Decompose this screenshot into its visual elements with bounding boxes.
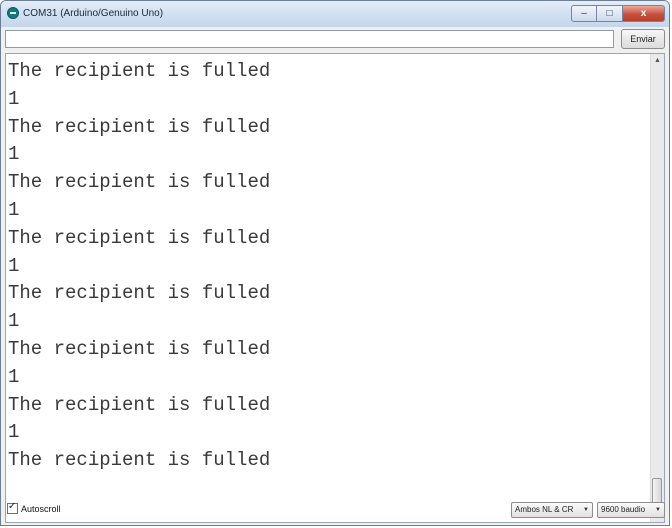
output-line: The recipient is fulled	[8, 60, 271, 82]
output-line: 1	[8, 421, 20, 444]
autoscroll-label: Autoscroll	[21, 503, 61, 514]
maximize-button[interactable]: □	[597, 5, 623, 22]
serial-monitor-window: COM31 (Arduino/Genuino Uno) – □ x Enviar…	[0, 0, 670, 526]
monitor-body: Enviar The recipient is fulled 1 The recip…	[1, 27, 669, 525]
minimize-button[interactable]: –	[571, 5, 597, 22]
chevron-down-icon: ▼	[655, 507, 661, 513]
output-line: The recipient is fulled	[8, 282, 271, 305]
baud-rate-select[interactable]: 9600 baudio ▼	[597, 502, 665, 518]
chevron-down-icon: ▼	[583, 507, 589, 513]
output-line: 1	[8, 310, 20, 333]
serial-output[interactable]: The recipient is fulled 1 The recipient is…	[5, 53, 665, 523]
output-line: The recipient is fulled	[8, 449, 271, 472]
title-bar[interactable]: COM31 (Arduino/Genuino Uno) – □ x	[1, 1, 669, 27]
autoscroll-toggle[interactable]: Autoscroll	[7, 501, 61, 514]
output-line: 1	[8, 365, 20, 388]
baud-rate-value: 9600 baudio	[601, 505, 646, 514]
output-line: 1	[8, 143, 20, 166]
window-controls: – □ x	[571, 5, 665, 23]
output-line: The recipient is fulled	[8, 171, 271, 194]
autoscroll-checkbox[interactable]	[7, 501, 18, 514]
output-line: 1	[8, 87, 20, 110]
scroll-up-icon[interactable]: ▲	[651, 54, 664, 67]
line-ending-value: Ambos NL & CR	[515, 505, 574, 514]
vertical-scrollbar[interactable]: ▲ ▼	[650, 54, 664, 522]
send-input[interactable]	[5, 30, 614, 48]
window-title: COM31 (Arduino/Genuino Uno)	[23, 8, 164, 19]
close-button[interactable]: x	[623, 5, 665, 22]
output-line: 1	[8, 254, 20, 277]
line-ending-select[interactable]: Ambos NL & CR ▼	[511, 502, 593, 518]
output-line: The recipient is fulled	[8, 393, 271, 416]
arduino-icon	[7, 7, 19, 19]
output-line: The recipient is fulled	[8, 115, 271, 138]
output-lines: The recipient is fulled 1 The recipient is…	[8, 58, 270, 475]
output-line: 1	[8, 198, 20, 221]
footer-bar: Autoscroll Ambos NL & CR ▼ 9600 baudio ▼	[5, 497, 665, 523]
send-button[interactable]: Enviar	[621, 29, 665, 49]
output-line: The recipient is fulled	[8, 337, 271, 360]
output-line: The recipient is fulled	[8, 226, 271, 249]
send-row: Enviar	[5, 29, 665, 51]
